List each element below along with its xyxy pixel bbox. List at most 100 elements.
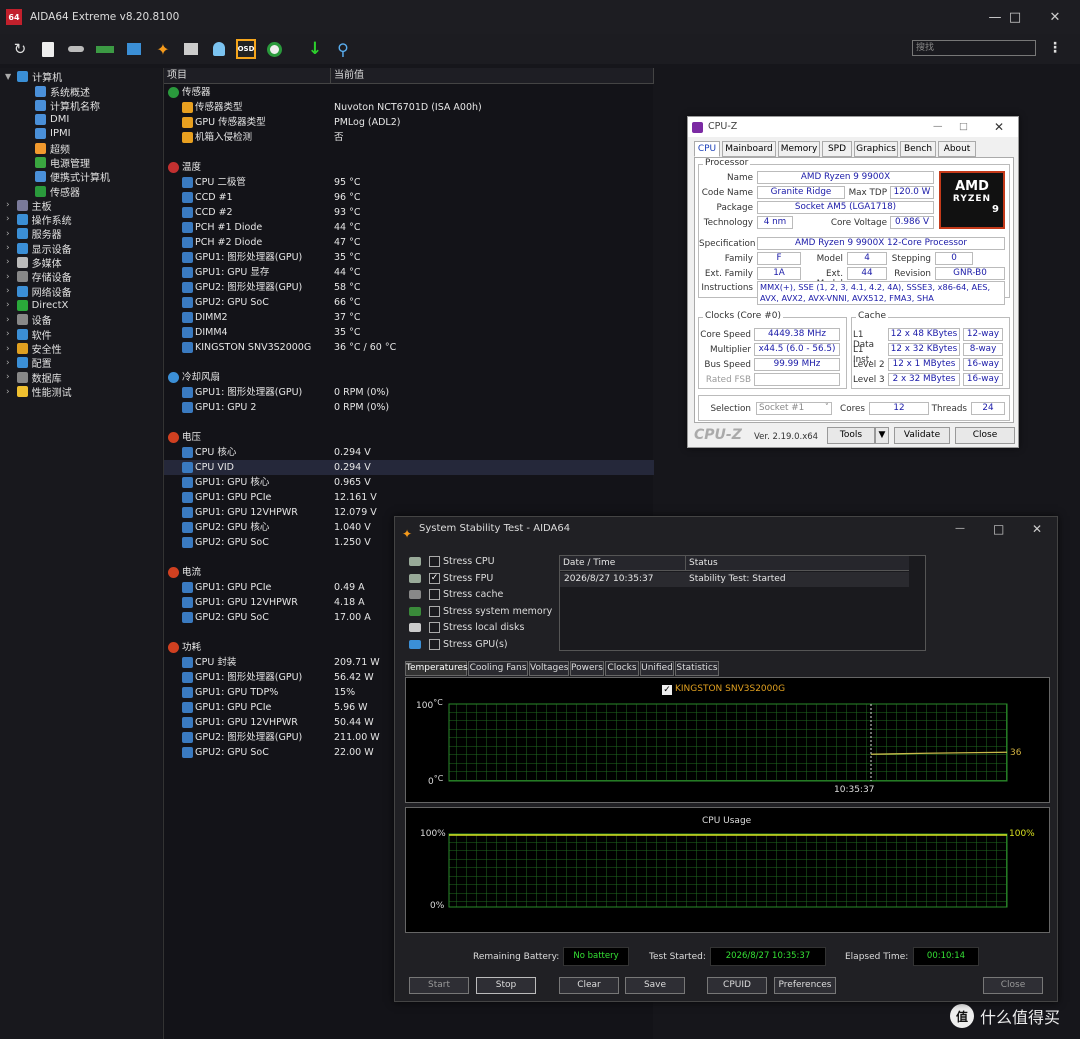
- chevron-right-icon[interactable]: ›: [6, 344, 10, 354]
- preferences-button[interactable]: Preferences: [774, 977, 836, 994]
- cpuz-tab[interactable]: Memory: [778, 141, 820, 157]
- close-button[interactable]: ✕: [1035, 0, 1075, 34]
- table-row[interactable]: PCH #1 Diode 44 °C: [164, 220, 654, 235]
- stress-option[interactable]: Stress GPU(s): [409, 638, 559, 652]
- tree-item[interactable]: › 存储设备: [6, 270, 72, 284]
- legend-checkbox[interactable]: ✓: [662, 685, 672, 695]
- tree-item-child[interactable]: DMI: [35, 113, 69, 127]
- stress-checkbox[interactable]: [429, 605, 440, 617]
- table-row[interactable]: DIMM2 37 °C: [164, 310, 654, 325]
- motherboard-icon[interactable]: [66, 39, 86, 59]
- tree-item-child[interactable]: 便携式计算机: [35, 170, 110, 184]
- table-row[interactable]: GPU1: 图形处理器(GPU) 0 RPM (0%): [164, 385, 654, 400]
- tree-item-child[interactable]: 传感器: [35, 184, 80, 199]
- section-header[interactable]: 温度: [164, 160, 654, 175]
- chevron-right-icon[interactable]: ›: [6, 329, 10, 339]
- tree-item[interactable]: › 服务器: [6, 227, 62, 241]
- column-header-item[interactable]: 项目: [164, 68, 331, 84]
- chevron-right-icon[interactable]: ›: [6, 372, 10, 382]
- cpuz-tab[interactable]: Graphics: [854, 141, 898, 157]
- table-row[interactable]: CCD #1 96 °C: [164, 190, 654, 205]
- clear-button[interactable]: Clear: [559, 977, 619, 994]
- tree-item[interactable]: › 设备: [6, 313, 52, 327]
- chevron-right-icon[interactable]: ›: [6, 243, 10, 253]
- cpuz-tab[interactable]: Mainboard: [722, 141, 776, 157]
- save-button[interactable]: Save: [625, 977, 685, 994]
- stress-option[interactable]: Stress local disks: [409, 621, 559, 635]
- table-row[interactable]: CCD #2 93 °C: [164, 205, 654, 220]
- tree-item[interactable]: › 软件: [6, 327, 52, 342]
- socket-select[interactable]: Socket #1 ˅: [756, 402, 832, 415]
- graph-tab[interactable]: Unified: [640, 661, 674, 676]
- table-row[interactable]: CPU 二极管 95 °C: [164, 175, 654, 190]
- computer-icon[interactable]: [181, 39, 201, 59]
- refresh-icon[interactable]: ↻: [10, 39, 30, 59]
- download-icon[interactable]: ↓: [305, 39, 325, 59]
- cpuz-tab[interactable]: SPD: [822, 141, 852, 157]
- cpuz-minimize-button[interactable]: —: [933, 117, 943, 137]
- chevron-right-icon[interactable]: ›: [6, 272, 10, 282]
- table-row[interactable]: GPU2: GPU SoC 66 °C: [164, 295, 654, 310]
- tree-item[interactable]: › 操作系统: [6, 212, 72, 227]
- search-input[interactable]: 搜找: [912, 40, 1036, 56]
- report-icon[interactable]: [38, 39, 58, 59]
- stress-option[interactable]: Stress system memory: [409, 605, 559, 619]
- gauge-icon[interactable]: [264, 39, 284, 59]
- osd-icon[interactable]: OSD: [236, 39, 256, 59]
- table-row[interactable]: 传感器类型 Nuvoton NCT6701D (ISA A00h): [164, 100, 654, 115]
- stress-checkbox[interactable]: [429, 556, 440, 567]
- sst-close-button[interactable]: ✕: [1032, 517, 1042, 541]
- table-row[interactable]: DIMM4 35 °C: [164, 325, 654, 340]
- tree-item-child[interactable]: 电源管理: [35, 156, 90, 170]
- stress-checkbox[interactable]: [429, 622, 440, 634]
- tree-item[interactable]: › 显示设备: [6, 241, 72, 256]
- stress-option[interactable]: Stress CPU: [409, 555, 559, 569]
- column-header-value[interactable]: 当前值: [331, 68, 654, 84]
- tree-item[interactable]: › 网络设备: [6, 284, 72, 299]
- cpuz-close-button[interactable]: ✕: [994, 117, 1004, 137]
- stress-option[interactable]: Stress cache: [409, 588, 559, 602]
- stress-checkbox[interactable]: [429, 639, 440, 650]
- table-row[interactable]: GPU2: 图形处理器(GPU) 58 °C: [164, 280, 654, 295]
- stress-checkbox[interactable]: [429, 589, 440, 601]
- tree-item[interactable]: › 多媒体: [6, 255, 62, 270]
- graph-tab[interactable]: Temperatures: [405, 661, 468, 676]
- table-row[interactable]: GPU1: GPU 核心 0.965 V: [164, 475, 654, 490]
- chevron-right-icon[interactable]: ›: [6, 257, 10, 267]
- temperature-legend[interactable]: ✓ KINGSTON SNV3S2000G: [662, 684, 785, 695]
- table-row[interactable]: GPU1: GPU PCIe 12.161 V: [164, 490, 654, 505]
- chevron-right-icon[interactable]: ›: [6, 229, 10, 239]
- validate-button[interactable]: Validate: [894, 427, 950, 444]
- sst-minimize-button[interactable]: —: [955, 517, 965, 541]
- log-row[interactable]: 2026/8/27 10:35:37 Stability Test: Start…: [560, 572, 909, 587]
- chevron-right-icon[interactable]: ›: [6, 300, 10, 310]
- tree-item[interactable]: › 安全性: [6, 342, 62, 356]
- chevron-right-icon[interactable]: ›: [6, 286, 10, 296]
- tree-item[interactable]: › 主板: [6, 198, 52, 213]
- network-icon[interactable]: [124, 39, 144, 59]
- graph-tab[interactable]: Clocks: [605, 661, 639, 676]
- maximize-button[interactable]: □: [995, 0, 1035, 34]
- tree-item[interactable]: › 数据库: [6, 370, 62, 385]
- tree-item-child[interactable]: 超频: [35, 141, 70, 156]
- cpuz-tab[interactable]: CPU: [694, 141, 720, 157]
- sst-close-dialog-button[interactable]: Close: [983, 977, 1043, 994]
- table-row[interactable]: CPU VID 0.294 V: [164, 460, 654, 475]
- sst-maximize-button[interactable]: □: [993, 517, 1004, 541]
- graph-tab[interactable]: Statistics: [675, 661, 719, 676]
- user-icon[interactable]: [209, 39, 229, 59]
- tree-item-child[interactable]: IPMI: [35, 127, 71, 141]
- stress-checkbox[interactable]: ✓: [429, 572, 440, 584]
- tree-item[interactable]: › 性能测试: [6, 385, 72, 399]
- search-icon[interactable]: ⚲: [333, 39, 353, 59]
- tree-item[interactable]: › 配置: [6, 356, 52, 370]
- start-button[interactable]: Start: [409, 977, 469, 994]
- table-row[interactable]: KINGSTON SNV3S2000G 36 °C / 60 °C: [164, 340, 654, 355]
- table-row[interactable]: GPU 传感器类型 PMLog (ADL2): [164, 115, 654, 130]
- cpuz-close-dialog-button[interactable]: Close: [955, 427, 1015, 444]
- chevron-right-icon[interactable]: ›: [6, 315, 10, 325]
- log-header-datetime[interactable]: Date / Time: [560, 556, 686, 571]
- table-row[interactable]: CPU 核心 0.294 V: [164, 445, 654, 460]
- chevron-right-icon[interactable]: ›: [6, 214, 10, 224]
- tree-item-computer[interactable]: ▼ 计算机: [0, 69, 62, 84]
